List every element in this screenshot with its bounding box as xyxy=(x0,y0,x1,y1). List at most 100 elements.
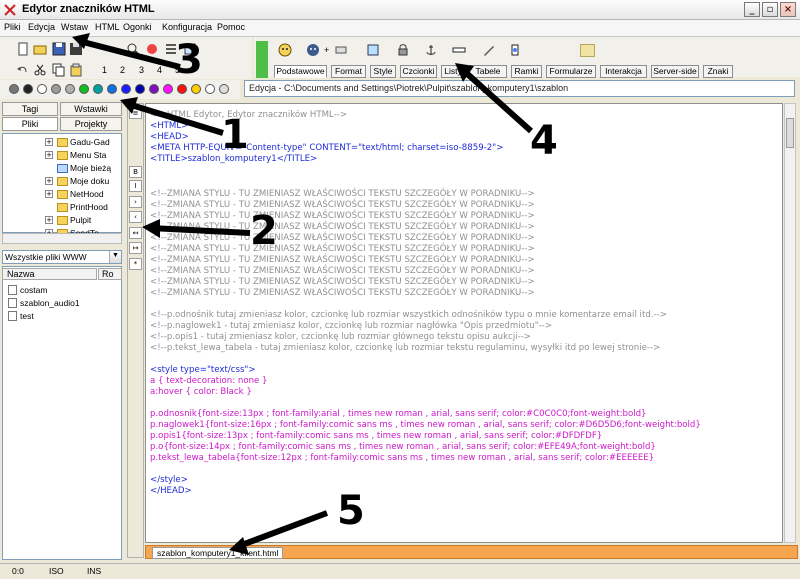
palette-color-8[interactable] xyxy=(107,84,117,94)
file-item-costam[interactable]: costam xyxy=(20,285,47,295)
paste-icon[interactable] xyxy=(69,63,83,77)
palette-color-3[interactable] xyxy=(37,84,47,94)
note-icon[interactable] xyxy=(580,44,595,57)
maximize-button[interactable]: ▫ xyxy=(762,2,778,17)
tree-item-printhood[interactable]: PrintHood xyxy=(70,202,108,213)
bookmark-3[interactable]: 3 xyxy=(139,65,144,75)
tree-item-moje-biez[interactable]: Moje bieżą xyxy=(70,163,111,174)
tree-item-gadu[interactable]: Gadu-Gad xyxy=(70,137,110,148)
expand-nethood[interactable]: + xyxy=(45,190,53,198)
tab-projekty[interactable]: Projekty xyxy=(60,117,122,131)
side-outdent-icon[interactable]: ‹ xyxy=(129,211,142,223)
document-tab[interactable]: szablon_komputery1_klient.html xyxy=(152,547,284,559)
tab-formularze[interactable]: Formularze xyxy=(546,65,596,78)
column-size[interactable]: Ro xyxy=(98,268,122,280)
tab-podstawowe[interactable]: Podstawowe xyxy=(274,65,327,78)
image-icon[interactable] xyxy=(366,43,380,57)
tab-wstawki[interactable]: Wstawki xyxy=(60,102,122,116)
expand-menu[interactable]: + xyxy=(45,151,53,159)
menu-konfiguracja[interactable]: Konfiguracja xyxy=(162,22,212,32)
palette-color-1[interactable] xyxy=(9,84,19,94)
tab-server-side[interactable]: Server-side xyxy=(651,65,699,78)
file-filter-select[interactable]: Wszystkie pliki WWW ▼ xyxy=(2,250,122,264)
side-special-icon[interactable]: * xyxy=(129,258,142,270)
minimize-button[interactable]: _ xyxy=(744,2,760,17)
palette-color-15[interactable] xyxy=(205,84,215,94)
menu-ogonki[interactable]: Ogonki xyxy=(123,22,152,32)
tag-icon[interactable] xyxy=(334,43,348,57)
bookmark-1[interactable]: 1 xyxy=(102,65,107,75)
smiley-icon[interactable] xyxy=(278,43,292,57)
open-folder-icon[interactable] xyxy=(33,42,47,56)
tab-tabele[interactable]: Tabele xyxy=(469,65,507,78)
tab-listy[interactable]: Listy xyxy=(441,65,465,78)
code-line: <!--p.odnośnik tutaj zmieniasz kolor, cz… xyxy=(150,310,667,320)
palette-color-11[interactable] xyxy=(149,84,159,94)
cut-icon[interactable] xyxy=(33,63,47,77)
tab-tagi[interactable]: Tagi xyxy=(2,102,58,116)
palette-color-14[interactable] xyxy=(191,84,201,94)
palette-color-10[interactable] xyxy=(135,84,145,94)
bookmark-2[interactable]: 2 xyxy=(120,65,125,75)
code-editor[interactable]: <!--HTML Edytor, Edytor znaczników HTML-… xyxy=(145,103,783,543)
chevron-down-icon[interactable]: ▼ xyxy=(109,251,121,263)
column-name[interactable]: Nazwa xyxy=(2,268,97,280)
color-picker-icon[interactable] xyxy=(145,42,159,56)
bookmark-4[interactable]: 4 xyxy=(157,65,162,75)
code-line: <!--ZMIANA STYLU - TU ZMIENIASZ WŁAŚCIWO… xyxy=(150,288,535,298)
menu-pomoc[interactable]: Pomoc xyxy=(217,22,245,32)
tab-style[interactable]: Style xyxy=(370,65,396,78)
tree-scrollbar[interactable] xyxy=(2,233,122,244)
side-right-icon[interactable]: ↦ xyxy=(129,242,142,254)
palette-color-9[interactable] xyxy=(121,84,131,94)
palette-color-16[interactable] xyxy=(219,84,229,94)
tree-item-nethood[interactable]: NetHood xyxy=(70,189,104,200)
palette-color-6[interactable] xyxy=(79,84,89,94)
menu-pliki[interactable]: Pliki xyxy=(4,22,21,32)
expand-gadu[interactable]: + xyxy=(45,138,53,146)
side-italic-icon[interactable]: I xyxy=(129,180,142,192)
palette-color-12[interactable] xyxy=(163,84,173,94)
tab-znaki[interactable]: Znaki xyxy=(703,65,733,78)
palette-color-5[interactable] xyxy=(65,84,75,94)
tree-item-pulpit[interactable]: Pulpit xyxy=(70,215,91,226)
tab-ramki[interactable]: Ramki xyxy=(511,65,542,78)
editor-scroll-thumb[interactable] xyxy=(786,118,794,148)
lock-icon[interactable] xyxy=(396,43,410,57)
palette-color-2[interactable] xyxy=(23,84,33,94)
side-note-icon[interactable]: ≡ xyxy=(129,107,142,119)
undo-icon[interactable] xyxy=(15,63,29,77)
tab-interakcja[interactable]: Interakcja xyxy=(600,65,647,78)
palette-color-13[interactable] xyxy=(177,84,187,94)
close-button[interactable]: × xyxy=(780,2,796,17)
palette-color-4[interactable] xyxy=(51,84,61,94)
tab-czcionki[interactable]: Czcionki xyxy=(400,65,437,78)
save-all-icon[interactable] xyxy=(69,42,83,56)
copy-icon[interactable] xyxy=(51,63,65,77)
editor-vertical-scrollbar[interactable] xyxy=(784,103,796,543)
tab-format[interactable]: Format xyxy=(331,65,366,78)
menu-edycja[interactable]: Edycja xyxy=(28,22,55,32)
side-bold-icon[interactable]: B xyxy=(129,166,142,178)
palette-color-7[interactable] xyxy=(93,84,103,94)
tab-pliki[interactable]: Pliki xyxy=(2,117,58,131)
link-icon[interactable] xyxy=(452,43,466,57)
file-item-szablon-audio1[interactable]: szablon_audio1 xyxy=(20,298,80,308)
new-file-icon[interactable] xyxy=(16,42,30,56)
tree-item-menu[interactable]: Menu Sta xyxy=(70,150,106,161)
side-indent-icon[interactable]: › xyxy=(129,196,142,208)
search-icon[interactable] xyxy=(126,42,140,56)
menu-html[interactable]: HTML xyxy=(95,22,120,32)
tree-item-moje-doku[interactable]: Moje doku xyxy=(70,176,109,187)
save-icon[interactable] xyxy=(52,42,66,56)
anchor-icon[interactable] xyxy=(424,43,438,57)
bracket-icon[interactable] xyxy=(508,43,522,57)
expand-moje-doku[interactable]: + xyxy=(45,177,53,185)
expand-pulpit[interactable]: + xyxy=(45,216,53,224)
code-line: <!--ZMIANA STYLU - TU ZMIENIASZ WŁAŚCIWO… xyxy=(150,222,535,232)
file-item-test[interactable]: test xyxy=(20,311,34,321)
mask-icon[interactable] xyxy=(306,43,320,57)
menu-wstaw[interactable]: Wstaw xyxy=(61,22,88,32)
pencil-icon[interactable] xyxy=(482,43,496,57)
side-left-icon[interactable]: ↤ xyxy=(129,227,142,239)
